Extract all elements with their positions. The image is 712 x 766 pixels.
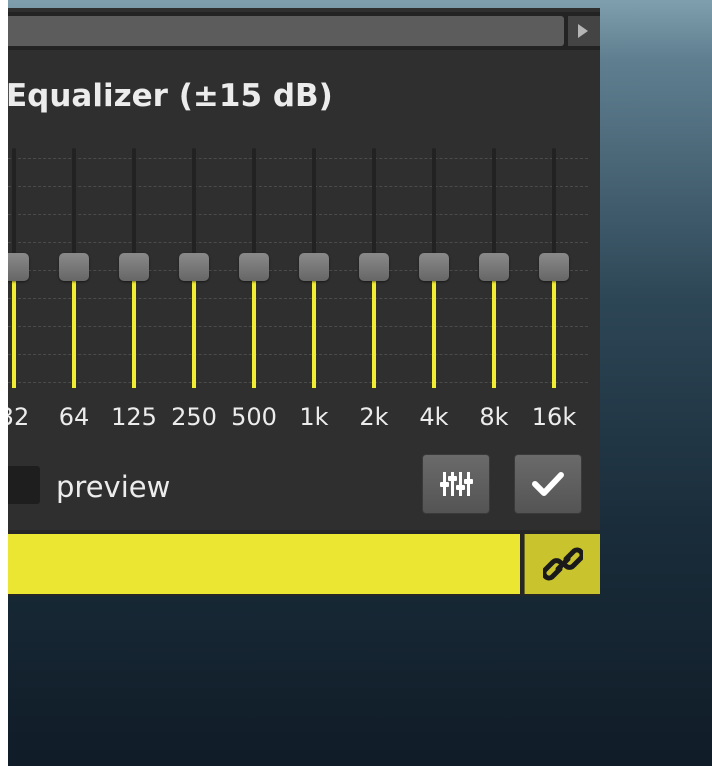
slider-knob[interactable] [8, 253, 29, 281]
arrow-right-icon [578, 24, 588, 38]
slider-track [372, 148, 376, 267]
bottom-bar [8, 530, 600, 596]
frequency-label: 2k [359, 403, 389, 431]
frequency-labels: 32 64 125 250 500 1k 2k 4k 8k 16k [8, 403, 600, 433]
sliders-icon [440, 472, 473, 496]
eq-band-slider-250[interactable] [179, 148, 209, 388]
frequency-label: 4k [419, 403, 449, 431]
slider-knob[interactable] [179, 253, 209, 281]
eq-band-slider-4k[interactable] [419, 148, 449, 388]
level-field[interactable] [8, 534, 520, 594]
slider-track [492, 148, 496, 267]
slider-knob[interactable] [239, 253, 269, 281]
eq-band-slider-32[interactable] [8, 148, 29, 388]
slider-fill [372, 267, 376, 388]
eq-band-slider-8k[interactable] [479, 148, 509, 388]
frequency-label: 250 [171, 403, 217, 431]
slider-track [72, 148, 76, 267]
link-button[interactable] [524, 534, 600, 594]
scroll-right-button[interactable] [568, 16, 600, 46]
checkmark-icon [532, 472, 564, 496]
slider-knob[interactable] [299, 253, 329, 281]
equalizer-sliders [8, 148, 600, 388]
eq-band-slider-64[interactable] [59, 148, 89, 388]
slider-track [192, 148, 196, 267]
slider-track [312, 148, 316, 267]
preview-label: preview [56, 470, 171, 504]
slider-fill [432, 267, 436, 388]
slider-track [552, 148, 556, 267]
horizontal-scrollbar[interactable] [8, 12, 600, 50]
slider-fill [12, 267, 16, 388]
frequency-label: 500 [231, 403, 277, 431]
slider-fill [552, 267, 556, 388]
frequency-label: 1k [299, 403, 329, 431]
link-icon [543, 547, 583, 581]
eq-band-slider-16k[interactable] [539, 148, 569, 388]
slider-knob[interactable] [59, 253, 89, 281]
frequency-label: 16k [531, 403, 577, 431]
preview-checkbox[interactable] [8, 466, 40, 504]
slider-fill [492, 267, 496, 388]
slider-fill [192, 267, 196, 388]
slider-knob[interactable] [119, 253, 149, 281]
slider-knob[interactable] [419, 253, 449, 281]
slider-fill [252, 267, 256, 388]
slider-track [432, 148, 436, 267]
frequency-label: 64 [58, 403, 90, 431]
eq-band-slider-1k[interactable] [299, 148, 329, 388]
slider-fill [312, 267, 316, 388]
equalizer-panel: Equalizer (±15 dB) 32 64 125 250 500 1k 2k 4k 8k… [8, 8, 600, 596]
confirm-button[interactable] [514, 454, 582, 514]
eq-band-slider-125[interactable] [119, 148, 149, 388]
slider-knob[interactable] [479, 253, 509, 281]
frequency-label: 8k [479, 403, 509, 431]
slider-fill [132, 267, 136, 388]
slider-track [12, 148, 16, 267]
eq-band-slider-2k[interactable] [359, 148, 389, 388]
slider-track [252, 148, 256, 267]
equalizer-title: Equalizer (±15 dB) [8, 78, 333, 114]
scrollbar-thumb[interactable] [8, 16, 564, 46]
frequency-label: 125 [111, 403, 157, 431]
frequency-label: 32 [8, 403, 30, 431]
eq-band-slider-500[interactable] [239, 148, 269, 388]
slider-knob[interactable] [539, 253, 569, 281]
slider-track [132, 148, 136, 267]
slider-knob[interactable] [359, 253, 389, 281]
presets-button[interactable] [422, 454, 490, 514]
slider-fill [72, 267, 76, 388]
